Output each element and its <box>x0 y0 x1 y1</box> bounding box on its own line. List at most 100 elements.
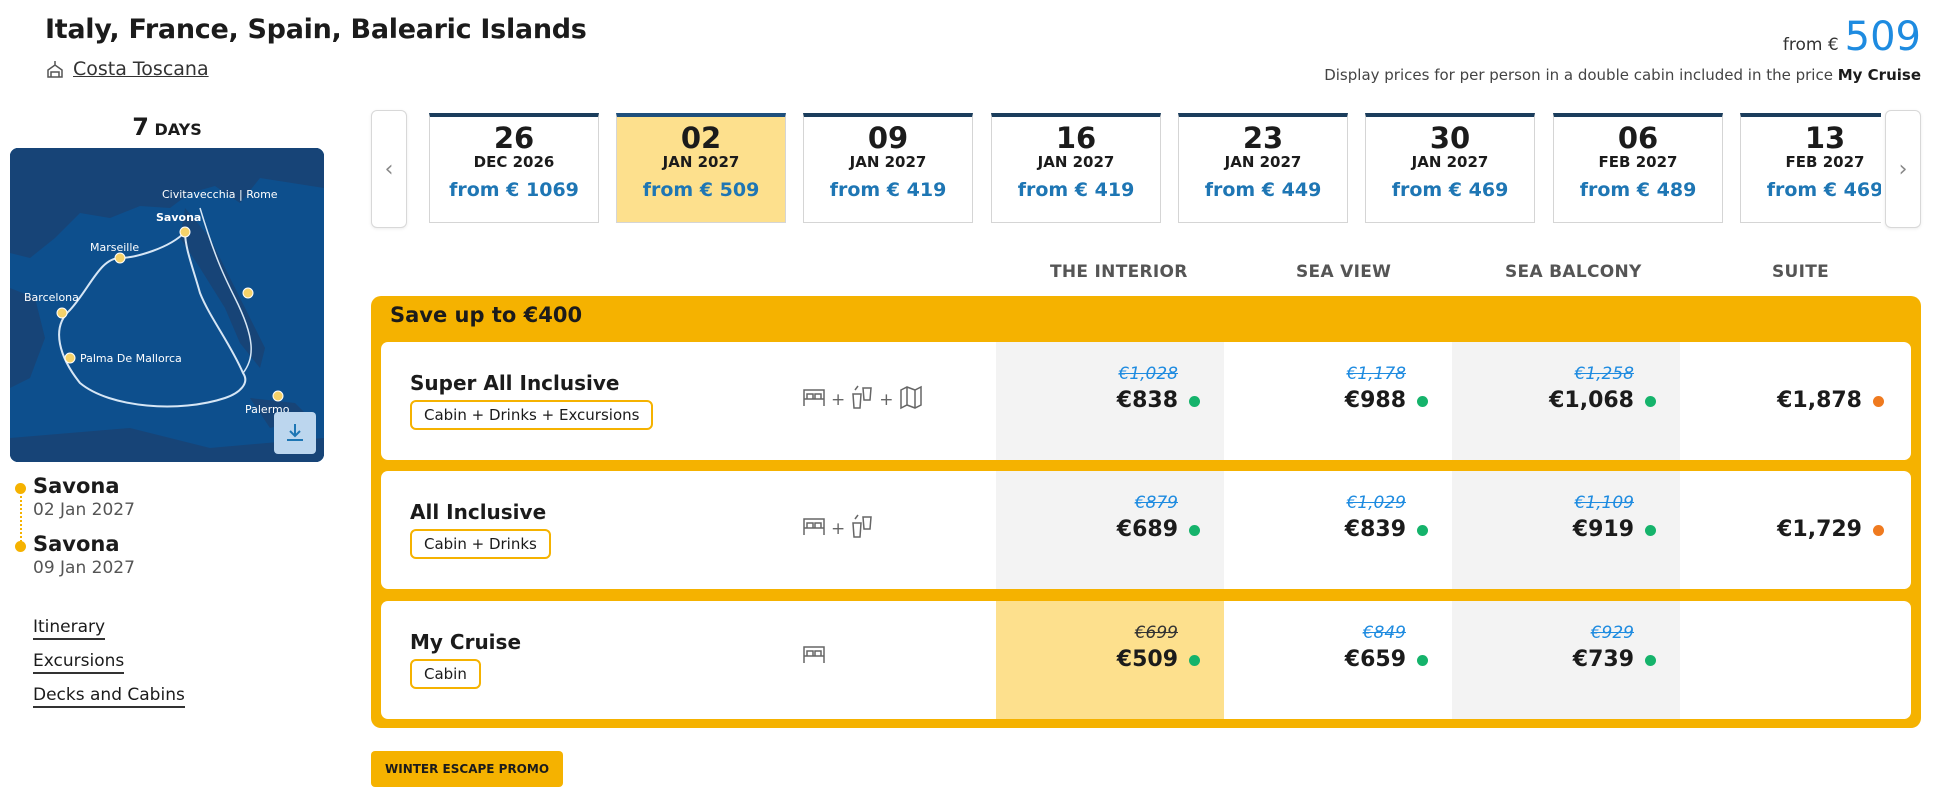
date-month: JAN 2027 <box>1224 153 1302 171</box>
date-price: from € 509 <box>642 179 760 201</box>
old-price: €849 <box>1362 623 1406 643</box>
bed-icon <box>801 515 827 542</box>
date-day: 23 <box>1242 121 1284 155</box>
price-note-text: Display prices for per person in a doubl… <box>1324 66 1833 84</box>
date-card[interactable]: 26 DEC 2026 from € 1069 <box>429 113 599 223</box>
old-price: €1,029 <box>1346 493 1406 513</box>
date-price: from € 449 <box>1204 179 1322 201</box>
port-dot <box>15 541 26 552</box>
old-price: €1,109 <box>1574 493 1634 513</box>
map-label-marseille: Marseille <box>90 241 139 254</box>
duration-unit: DAYS <box>154 120 202 139</box>
price-note: Display prices for per person in a doubl… <box>1324 66 1921 84</box>
price-cell[interactable]: €1,729 <box>1680 471 1908 589</box>
port-date: 09 Jan 2027 <box>33 558 135 578</box>
departure-port: Savona 02 Jan 2027 <box>33 474 135 520</box>
date-price: from € 469 <box>1391 179 1509 201</box>
column-suite: SUITE <box>1772 262 1830 282</box>
ship-name[interactable]: Costa Toscana <box>73 58 209 80</box>
itinerary-link[interactable]: Itinerary <box>33 617 106 640</box>
price-cell[interactable]: €1,029 €839 <box>1224 471 1452 589</box>
old-price: €1,258 <box>1574 364 1634 384</box>
map-label-savona: Savona <box>156 211 201 224</box>
date-card[interactable]: 13 FEB 2027 from € 469 <box>1740 113 1881 223</box>
arrival-port: Savona 09 Jan 2027 <box>33 532 135 578</box>
duration: 7 DAYS <box>10 113 324 141</box>
availability-dot <box>1645 396 1656 407</box>
new-price: €838 <box>1116 388 1178 413</box>
date-day: 02 <box>680 121 722 155</box>
date-day: 09 <box>867 121 909 155</box>
port-name: Savona <box>33 474 120 498</box>
new-price: €659 <box>1344 647 1406 672</box>
download-map-button[interactable] <box>274 412 316 454</box>
drinks-icon <box>849 384 875 415</box>
bed-icon <box>801 643 827 670</box>
date-card[interactable]: 30 JAN 2027 from € 469 <box>1365 113 1535 223</box>
date-day: 16 <box>1055 121 1097 155</box>
date-day: 30 <box>1429 121 1471 155</box>
price-cell[interactable]: €1,178 €988 <box>1224 342 1452 460</box>
promo-badge[interactable]: WINTER ESCAPE PROMO <box>371 751 564 787</box>
prev-dates-button[interactable]: ‹ <box>371 110 407 228</box>
route-line <box>20 496 22 546</box>
ship-icon <box>45 59 65 79</box>
column-interior: THE INTERIOR <box>1050 262 1188 282</box>
date-price: from € 489 <box>1579 179 1697 201</box>
excursions-link[interactable]: Excursions <box>33 651 125 674</box>
price-cell-selected[interactable]: €699 €509 <box>996 601 1224 719</box>
date-day: 26 <box>493 121 535 155</box>
chevron-left-icon: ‹ <box>384 156 394 182</box>
map-icon <box>898 384 924 415</box>
date-month: FEB 2027 <box>1785 153 1865 171</box>
plus-sign: + <box>831 518 846 539</box>
date-day: 06 <box>1617 121 1659 155</box>
availability-dot <box>1645 655 1656 666</box>
package-icons: + + <box>801 384 924 415</box>
new-price: €739 <box>1572 647 1634 672</box>
new-price: €1,878 <box>1777 388 1862 413</box>
new-price: €509 <box>1116 647 1178 672</box>
date-card[interactable]: 23 JAN 2027 from € 449 <box>1178 113 1348 223</box>
date-card[interactable]: 06 FEB 2027 from € 489 <box>1553 113 1723 223</box>
date-month: FEB 2027 <box>1598 153 1678 171</box>
panel-title: Save up to €400 <box>390 303 583 327</box>
price-cell[interactable]: €1,258 €1,068 <box>1452 342 1680 460</box>
package-name: Super All Inclusive <box>410 371 620 395</box>
price-cell[interactable]: €929 €739 <box>1452 601 1680 719</box>
decks-cabins-link[interactable]: Decks and Cabins <box>33 685 185 708</box>
package-name: All Inclusive <box>410 500 547 524</box>
date-price: from € 419 <box>1017 179 1135 201</box>
old-price: €699 <box>1134 623 1178 643</box>
new-price: €839 <box>1344 517 1406 542</box>
from-price-prefix: from € <box>1782 35 1839 55</box>
port-dot <box>15 483 26 494</box>
price-cell[interactable]: €1,109 €919 <box>1452 471 1680 589</box>
price-cell[interactable]: €849 €659 <box>1224 601 1452 719</box>
price-cell[interactable]: €879 €689 <box>996 471 1224 589</box>
new-price: €988 <box>1344 388 1406 413</box>
availability-dot <box>1417 396 1428 407</box>
ship-link[interactable]: Costa Toscana <box>45 58 209 80</box>
availability-dot <box>1417 655 1428 666</box>
map-label-rome: Civitavecchia | Rome <box>162 188 278 201</box>
availability-dot <box>1873 396 1884 407</box>
price-cell[interactable]: €1,878 <box>1680 342 1908 460</box>
next-dates-button[interactable]: › <box>1885 110 1921 228</box>
column-sea-view: SEA VIEW <box>1296 262 1392 282</box>
date-card-selected[interactable]: 02 JAN 2027 from € 509 <box>616 113 786 223</box>
availability-dot <box>1417 525 1428 536</box>
date-card[interactable]: 16 JAN 2027 from € 419 <box>991 113 1161 223</box>
date-price: from € 469 <box>1766 179 1881 201</box>
itinerary-map[interactable]: Civitavecchia | Rome Savona Marseille Ba… <box>10 148 324 462</box>
old-price: €879 <box>1134 493 1178 513</box>
new-price: €1,068 <box>1549 388 1634 413</box>
price-cell[interactable]: €1,028 €838 <box>996 342 1224 460</box>
new-price: €1,729 <box>1777 517 1862 542</box>
price-note-bold: My Cruise <box>1837 66 1921 84</box>
date-day: 13 <box>1804 121 1846 155</box>
date-card[interactable]: 09 JAN 2027 from € 419 <box>803 113 973 223</box>
duration-number: 7 <box>132 113 149 141</box>
package-tag: Cabin <box>410 659 481 689</box>
package-icons: + <box>801 513 875 544</box>
